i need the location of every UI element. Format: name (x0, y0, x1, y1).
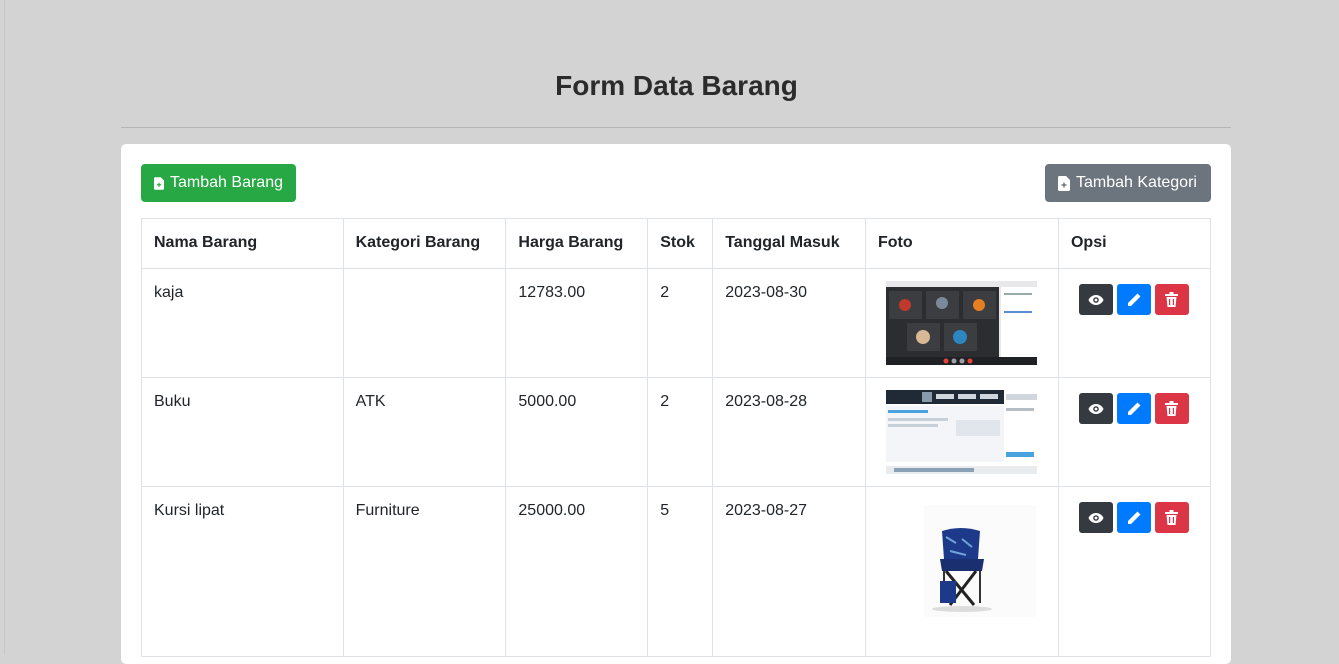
cell-tanggal: 2023-08-28 (712, 377, 866, 487)
cell-nama: Kursi lipat (141, 486, 344, 657)
trash-icon (1165, 510, 1179, 525)
eye-icon (1088, 294, 1104, 305)
cell-harga: 5000.00 (505, 377, 649, 487)
add-item-button[interactable]: Tambah Barang (141, 164, 296, 202)
edit-button[interactable] (1116, 393, 1151, 424)
trash-icon (1165, 292, 1179, 307)
eye-icon (1088, 403, 1104, 414)
content-card: Tambah Barang Tambah Kategori Nama Baran… (121, 144, 1231, 664)
pencil-icon (1127, 293, 1141, 306)
cell-stok: 5 (647, 486, 714, 657)
cell-foto (864, 268, 1059, 378)
cell-harga: 25000.00 (505, 486, 649, 657)
cell-opsi (1057, 486, 1212, 657)
add-category-button[interactable]: Tambah Kategori (1045, 164, 1211, 202)
cell-stok: 2 (647, 377, 714, 487)
col-header-foto: Foto (864, 218, 1059, 269)
cell-opsi (1057, 268, 1212, 378)
title-divider (121, 127, 1231, 128)
add-category-label: Tambah Kategori (1076, 174, 1197, 191)
file-plus-icon (1058, 175, 1070, 191)
col-header-kategori: Kategori Barang (342, 218, 507, 269)
cell-opsi (1057, 377, 1212, 487)
delete-button[interactable] (1154, 393, 1189, 424)
page-title: Form Data Barang (555, 70, 798, 101)
cell-tanggal: 2023-08-30 (712, 268, 866, 378)
product-photo (885, 390, 1037, 474)
table-header-row: Nama Barang Kategori Barang Harga Barang… (141, 218, 1212, 269)
view-button[interactable] (1078, 502, 1113, 533)
cell-tanggal: 2023-08-27 (712, 486, 866, 657)
delete-button[interactable] (1154, 502, 1189, 533)
col-header-opsi: Opsi (1057, 218, 1212, 269)
cell-kategori (342, 268, 507, 378)
edit-button[interactable] (1116, 502, 1151, 533)
col-header-nama: Nama Barang (141, 218, 344, 269)
cell-kategori: ATK (342, 377, 507, 487)
edit-button[interactable] (1116, 284, 1151, 315)
col-header-tanggal: Tanggal Masuk (712, 218, 866, 269)
cell-foto (864, 377, 1059, 487)
pencil-icon (1127, 402, 1141, 415)
cell-harga: 12783.00 (505, 268, 649, 378)
trash-icon (1165, 401, 1179, 416)
product-photo (885, 497, 1037, 622)
view-button[interactable] (1078, 284, 1113, 315)
view-button[interactable] (1078, 393, 1113, 424)
product-photo (885, 281, 1037, 365)
table-row: kaja 12783.00 2 2023-08-30 (141, 268, 1212, 378)
table-row: Buku ATK 5000.00 2 2023-08-28 (141, 377, 1212, 487)
col-header-stok: Stok (647, 218, 714, 269)
file-plus-icon (154, 176, 165, 190)
add-item-label: Tambah Barang (170, 174, 283, 191)
cell-stok: 2 (647, 268, 714, 378)
cell-foto (864, 486, 1059, 657)
cell-kategori: Furniture (342, 486, 507, 657)
cell-nama: Buku (141, 377, 344, 487)
cell-nama: kaja (141, 268, 344, 378)
table-row: Kursi lipat Furniture 25000.00 5 2023-08… (141, 486, 1212, 657)
pencil-icon (1127, 511, 1141, 524)
delete-button[interactable] (1154, 284, 1189, 315)
col-header-harga: Harga Barang (505, 218, 649, 269)
eye-icon (1088, 512, 1104, 523)
items-table: Nama Barang Kategori Barang Harga Barang… (141, 218, 1212, 657)
